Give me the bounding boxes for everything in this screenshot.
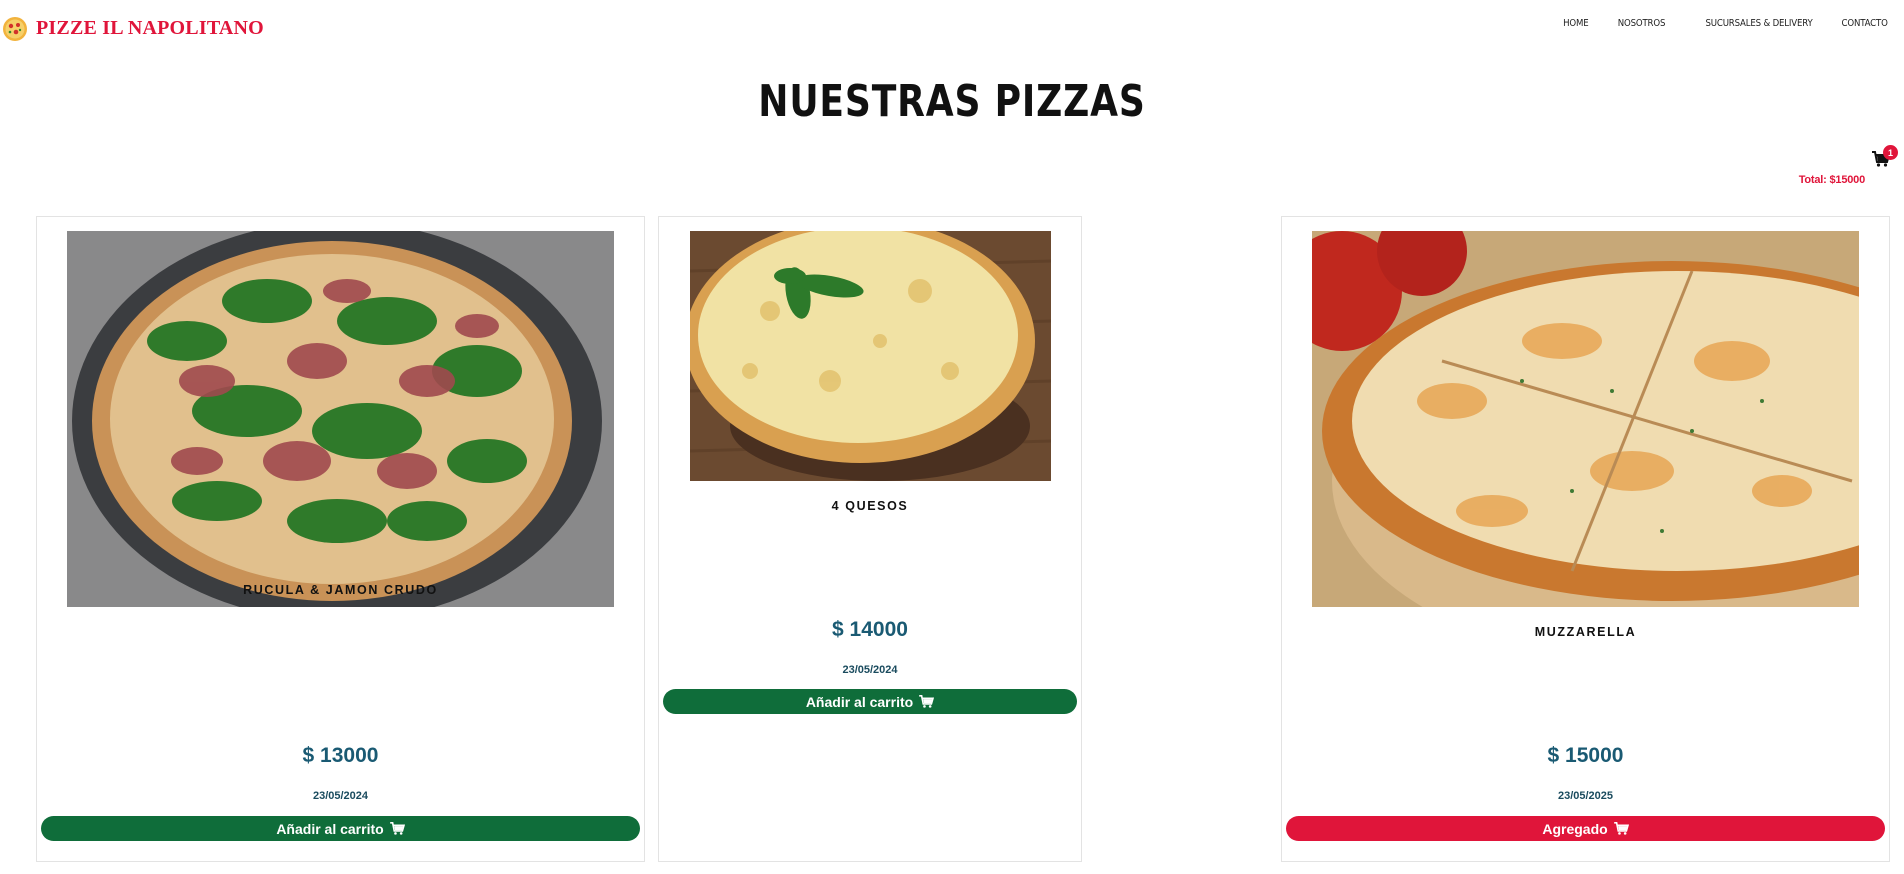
cart-button[interactable]: 1 <box>1872 145 1898 167</box>
brand-name: PIZZE IL NAPOLITANO <box>36 16 264 39</box>
add-to-cart-button[interactable]: Añadir al carrito <box>41 816 640 841</box>
product-name: RUCULA & JAMON CRUDO <box>243 583 438 597</box>
button-label: Agregado <box>1542 820 1608 837</box>
nav-sucursales-delivery[interactable]: SUCURSALES & DELIVERY <box>1705 18 1812 29</box>
product-card: RUCULA & JAMON CRUDO $ 13000 23/05/2024 … <box>36 216 645 862</box>
pizza-rucula-photo <box>67 231 614 607</box>
page-title: NUESTRAS PIZZAS <box>758 76 1146 127</box>
product-price: $ 13000 <box>302 744 379 767</box>
add-to-cart-button[interactable]: Añadir al carrito <box>663 689 1077 714</box>
brand[interactable]: PIZZE IL NAPOLITANO <box>0 12 264 44</box>
shopping-cart-icon <box>389 822 405 835</box>
added-to-cart-button[interactable]: Agregado <box>1286 816 1885 841</box>
product-price: $ 15000 <box>1547 744 1624 767</box>
nav-contacto[interactable]: CONTACTO <box>1842 18 1888 29</box>
shopping-cart-icon <box>919 695 935 708</box>
pizza-muzzarella-photo <box>1312 231 1859 607</box>
pizza-4-quesos-photo <box>690 231 1051 481</box>
product-date: 23/05/2024 <box>312 790 369 802</box>
product-name: MUZZARELLA <box>1534 625 1637 639</box>
product-date: 23/05/2025 <box>1557 790 1614 802</box>
button-label: Añadir al carrito <box>805 693 914 710</box>
main-nav: HOME NOSOTROS SUCURSALES & DELIVERY CONT… <box>1559 18 1888 29</box>
nav-home[interactable]: HOME <box>1563 18 1589 29</box>
product-card: 4 QUESOS $ 14000 23/05/2024 Añadir al ca… <box>658 216 1082 862</box>
nav-nosotros[interactable]: NOSOTROS <box>1618 18 1666 29</box>
button-label: Añadir al carrito <box>276 820 384 837</box>
product-price: $ 14000 <box>832 618 908 641</box>
pizza-logo-icon <box>3 17 27 41</box>
product-date: 23/05/2024 <box>842 664 898 676</box>
cart-total: Total: $15000 <box>1798 174 1865 186</box>
product-card: MUZZARELLA $ 15000 23/05/2025 Agregado <box>1281 216 1890 862</box>
cart-count-badge: 1 <box>1883 145 1898 160</box>
shopping-cart-icon <box>1613 822 1629 835</box>
product-name: 4 QUESOS <box>831 499 909 513</box>
